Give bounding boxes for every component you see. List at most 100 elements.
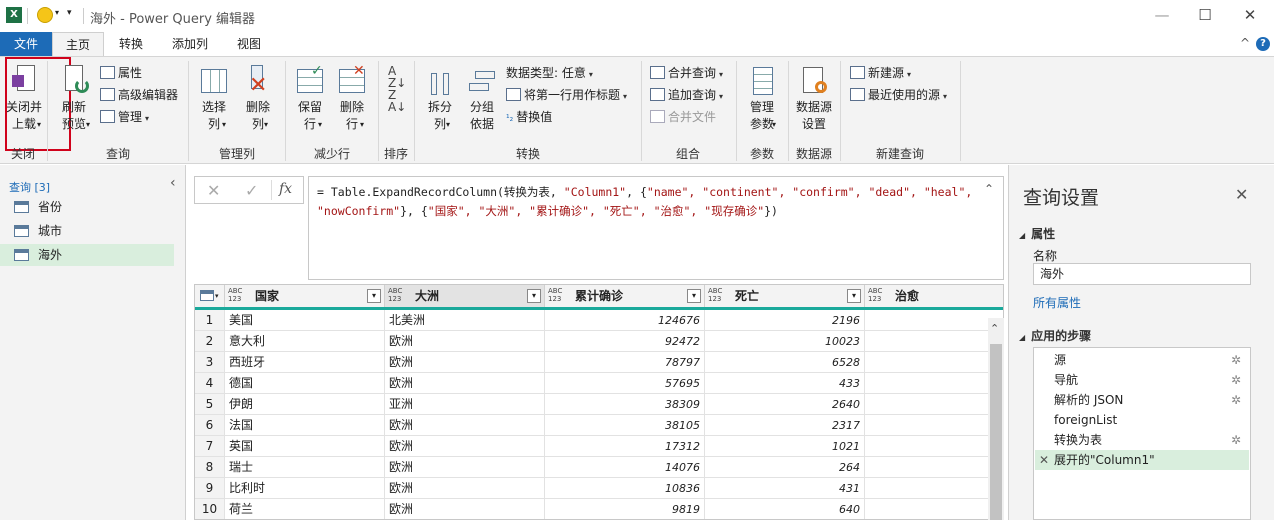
- confirmed-cell[interactable]: 17312: [545, 436, 705, 457]
- filter-dropdown-icon[interactable]: ▾: [527, 289, 541, 303]
- properties-heading[interactable]: ◢ 属性: [1019, 225, 1055, 242]
- replace-values-button[interactable]: ¹₂ 替换值: [506, 107, 552, 127]
- row-number[interactable]: 9: [195, 478, 225, 499]
- keep-rows-button[interactable]: ✓ 保留 行: [290, 63, 330, 133]
- scroll-up-icon[interactable]: ⌃: [990, 322, 999, 335]
- country-cell[interactable]: 瑞士: [225, 457, 385, 478]
- continent-cell[interactable]: 欧洲: [385, 499, 545, 519]
- healed-cell[interactable]: [865, 457, 1003, 478]
- query-item-overseas[interactable]: 海外: [0, 244, 174, 266]
- remove-rows-button[interactable]: ✕ 删除 行: [332, 63, 372, 133]
- filter-dropdown-icon[interactable]: ▾: [847, 289, 861, 303]
- grid-corner[interactable]: ▾: [195, 285, 225, 307]
- continent-cell[interactable]: 欧洲: [385, 331, 545, 352]
- remove-columns-button[interactable]: ✕ 删除 列: [238, 63, 278, 133]
- step-parsed-json[interactable]: 解析的 JSON ✲: [1035, 390, 1249, 410]
- confirmed-cell[interactable]: 92472: [545, 331, 705, 352]
- tab-view[interactable]: 视图: [226, 32, 272, 56]
- accept-formula-icon[interactable]: ✓: [245, 181, 258, 200]
- dead-cell[interactable]: 264: [705, 457, 865, 478]
- row-number[interactable]: 6: [195, 415, 225, 436]
- minimize-button[interactable]: —: [1150, 4, 1174, 26]
- dead-cell[interactable]: 640: [705, 499, 865, 519]
- tab-home[interactable]: 主页: [52, 32, 104, 56]
- row-number[interactable]: 4: [195, 373, 225, 394]
- formula-bar[interactable]: = Table.ExpandRecordColumn(转换为表, "Column…: [308, 176, 1004, 280]
- healed-cell[interactable]: [865, 394, 1003, 415]
- append-queries-button[interactable]: 追加查询 ▾: [650, 85, 723, 105]
- new-source-button[interactable]: 新建源 ▾: [850, 63, 911, 83]
- country-cell[interactable]: 比利时: [225, 478, 385, 499]
- step-source[interactable]: 源 ✲: [1035, 350, 1249, 370]
- recent-sources-button[interactable]: 最近使用的源 ▾: [850, 85, 947, 105]
- dropdown-icon[interactable]: ▾: [55, 8, 59, 17]
- customize-qat-icon[interactable]: ▾: [67, 8, 72, 18]
- healed-cell[interactable]: [865, 478, 1003, 499]
- gear-icon[interactable]: ✲: [1231, 350, 1241, 370]
- tab-add-column[interactable]: 添加列: [162, 32, 218, 56]
- all-properties-link[interactable]: 所有属性: [1033, 294, 1081, 311]
- confirmed-cell[interactable]: 124676: [545, 310, 705, 331]
- healed-cell[interactable]: [865, 331, 1003, 352]
- healed-cell[interactable]: [865, 310, 1003, 331]
- country-cell[interactable]: 意大利: [225, 331, 385, 352]
- country-cell[interactable]: 西班牙: [225, 352, 385, 373]
- row-number[interactable]: 3: [195, 352, 225, 373]
- query-item-cities[interactable]: 城市: [0, 220, 166, 242]
- row-number[interactable]: 2: [195, 331, 225, 352]
- merge-queries-button[interactable]: 合并查询 ▾: [650, 63, 723, 83]
- continent-cell[interactable]: 欧洲: [385, 436, 545, 457]
- dead-cell[interactable]: 10023: [705, 331, 865, 352]
- close-window-button[interactable]: ✕: [1238, 4, 1262, 26]
- healed-cell[interactable]: [865, 352, 1003, 373]
- country-cell[interactable]: 德国: [225, 373, 385, 394]
- fx-icon[interactable]: fx: [279, 181, 292, 197]
- sort-descending-icon[interactable]: Z A↓: [388, 89, 406, 113]
- applied-steps-heading[interactable]: ◢ 应用的步骤: [1019, 327, 1091, 344]
- continent-cell[interactable]: 欧洲: [385, 373, 545, 394]
- tab-file[interactable]: 文件: [0, 32, 52, 56]
- healed-cell[interactable]: [865, 415, 1003, 436]
- column-header-continent[interactable]: ABC 123 大洲 ▾: [385, 285, 545, 307]
- column-header-confirmed[interactable]: ABC 123 累计确诊 ▾: [545, 285, 705, 307]
- confirmed-cell[interactable]: 38309: [545, 394, 705, 415]
- advanced-editor-button[interactable]: 高级编辑器: [100, 85, 178, 105]
- help-icon[interactable]: ?: [1256, 37, 1270, 51]
- confirmed-cell[interactable]: 14076: [545, 457, 705, 478]
- row-number[interactable]: 7: [195, 436, 225, 457]
- choose-columns-button[interactable]: 选择 列: [194, 63, 234, 133]
- cancel-formula-icon[interactable]: ✕: [207, 181, 220, 200]
- country-cell[interactable]: 法国: [225, 415, 385, 436]
- row-number[interactable]: 10: [195, 499, 225, 519]
- country-cell[interactable]: 英国: [225, 436, 385, 457]
- smiley-icon[interactable]: [37, 7, 53, 23]
- group-by-button[interactable]: 分组 依据: [462, 63, 502, 133]
- combine-files-button[interactable]: 合并文件: [650, 107, 716, 127]
- confirmed-cell[interactable]: 38105: [545, 415, 705, 436]
- maximize-button[interactable]: ☐: [1193, 4, 1217, 26]
- delete-step-icon[interactable]: ✕: [1039, 450, 1049, 470]
- confirmed-cell[interactable]: 9819: [545, 499, 705, 519]
- continent-cell[interactable]: 欧洲: [385, 352, 545, 373]
- data-type-dropdown[interactable]: 数据类型: 任意 ▾: [506, 63, 593, 83]
- gear-icon[interactable]: ✲: [1231, 370, 1241, 390]
- close-settings-icon[interactable]: ✕: [1235, 185, 1248, 204]
- continent-cell[interactable]: 欧洲: [385, 478, 545, 499]
- collapse-ribbon-icon[interactable]: ^: [1240, 36, 1250, 50]
- gear-icon[interactable]: ✲: [1231, 390, 1241, 410]
- healed-cell[interactable]: [865, 436, 1003, 457]
- collapse-pane-icon[interactable]: ‹: [170, 175, 176, 191]
- country-cell[interactable]: 伊朗: [225, 394, 385, 415]
- query-item-provinces[interactable]: 省份: [0, 196, 166, 218]
- step-expanded-column1[interactable]: ✕ 展开的"Column1": [1035, 450, 1249, 470]
- column-header-country[interactable]: ABC 123 国家 ▾: [225, 285, 385, 307]
- gear-icon[interactable]: ✲: [1231, 430, 1241, 450]
- data-source-settings-button[interactable]: 数据源 设置: [792, 63, 836, 133]
- step-foreignlist[interactable]: foreignList: [1035, 410, 1249, 430]
- column-header-healed[interactable]: ABC 123 治愈: [865, 285, 1003, 307]
- healed-cell[interactable]: [865, 499, 1003, 519]
- filter-dropdown-icon[interactable]: ▾: [367, 289, 381, 303]
- continent-cell[interactable]: 北美洲: [385, 310, 545, 331]
- dead-cell[interactable]: 2640: [705, 394, 865, 415]
- step-converted-to-table[interactable]: 转换为表 ✲: [1035, 430, 1249, 450]
